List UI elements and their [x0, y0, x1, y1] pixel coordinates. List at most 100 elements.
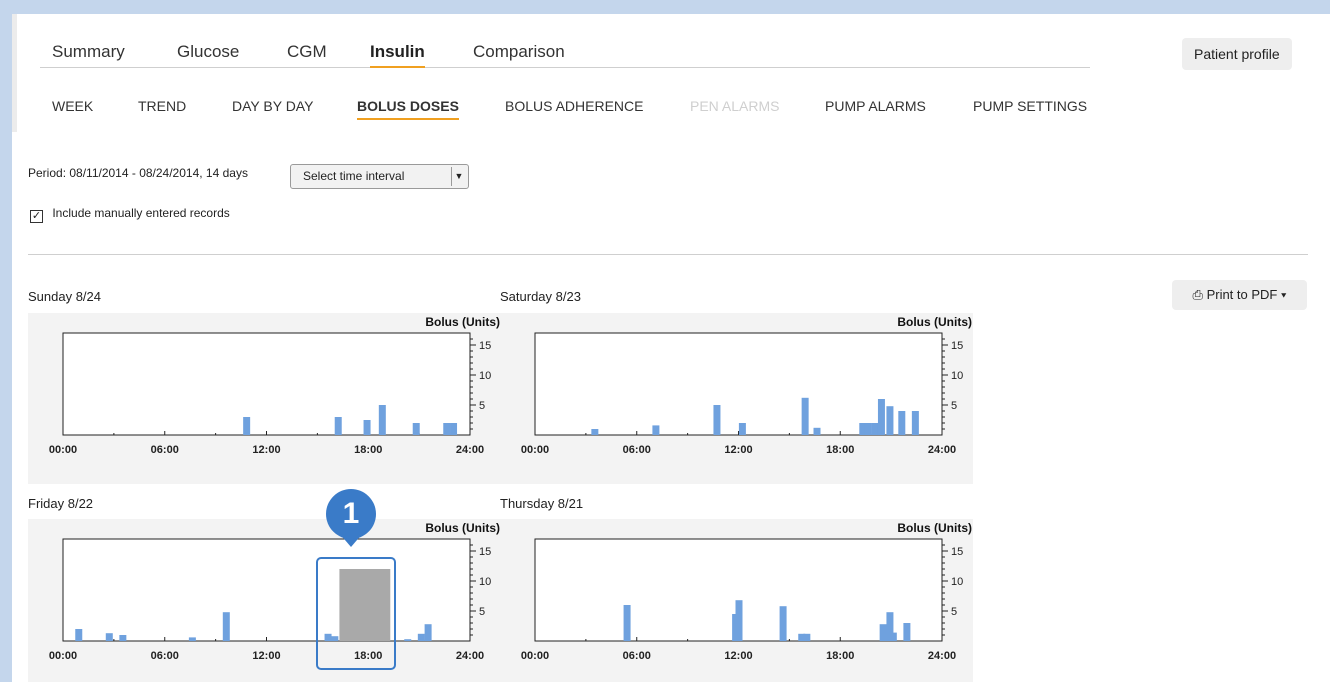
plot-area: [62, 332, 471, 436]
bolus-bar: [412, 423, 420, 435]
day-title-sunday: Sunday 8/24: [28, 289, 102, 304]
tab-comparison[interactable]: Comparison: [473, 42, 565, 62]
x-tick-label: 24:00: [456, 650, 484, 662]
time-interval-select[interactable]: Select time interval ▼: [290, 164, 469, 189]
period-text: Period: 08/11/2014 - 08/24/2014, 14 days: [28, 166, 248, 180]
bolus-bar: [119, 635, 127, 641]
bolus-bar: [903, 623, 911, 641]
x-tick-label: 00:00: [521, 444, 549, 456]
tab-insulin[interactable]: Insulin: [370, 42, 425, 68]
x-tick-label: 24:00: [456, 444, 484, 456]
bolus-bar: [363, 420, 371, 435]
subtab-bolus-doses[interactable]: BOLUS DOSES: [357, 98, 459, 120]
bolus-bar: [871, 423, 879, 435]
x-tick-label: 00:00: [49, 444, 77, 456]
x-tick-label: 18:00: [826, 444, 854, 456]
chart-friday[interactable]: Bolus (Units)5101500:00 06:00 12:00 18:00 24…: [28, 519, 501, 682]
bolus-bar: [779, 606, 787, 641]
subtab-pen-alarms: PEN ALARMS: [690, 98, 780, 114]
bolus-bar: [735, 600, 743, 641]
bolus-bar: [404, 639, 412, 641]
y-axis-title: Bolus (Units): [897, 315, 972, 329]
subtab-week[interactable]: WEEK: [52, 98, 93, 114]
y-tick-label: 15: [951, 546, 963, 558]
chart-saturday[interactable]: Bolus (Units) 5 10 15 00:00 06:00 12:00 18:00 24…: [500, 313, 973, 484]
callout-badge: 1: [326, 489, 376, 539]
main-tabs: Summary Glucose CGM Insulin Comparison: [40, 28, 1090, 68]
x-tick-label: 12:00: [252, 444, 280, 456]
bolus-bar: [75, 629, 83, 641]
bolus-bar: [889, 632, 897, 641]
plot-area: [62, 538, 471, 642]
x-tick-label: 00:00: [49, 650, 77, 662]
x-tick-label: 18:00: [826, 650, 854, 662]
subtab-bolus-adherence[interactable]: BOLUS ADHERENCE: [505, 98, 643, 114]
bolus-bar: [105, 633, 113, 641]
bolus-bar: [864, 423, 872, 435]
bolus-bar: [803, 633, 811, 641]
bolus-bar: [188, 637, 196, 641]
bolus-bar: [886, 406, 894, 435]
chevron-down-icon: ▼: [451, 167, 466, 186]
bolus-bar: [623, 605, 631, 641]
x-tick-label: 12:00: [252, 650, 280, 662]
x-tick-label: 06:00: [623, 650, 651, 662]
time-interval-value: Select time interval: [303, 169, 405, 183]
print-to-pdf-button[interactable]: ⎙ Print to PDF ▾: [1172, 280, 1307, 310]
y-tick-label: 10: [479, 576, 491, 588]
subtab-pump-alarms[interactable]: PUMP ALARMS: [825, 98, 926, 114]
bolus-bar: [378, 405, 386, 435]
y-tick-label: 5: [951, 400, 957, 412]
patient-profile-button[interactable]: Patient profile: [1182, 38, 1292, 70]
section-divider: [28, 254, 1308, 255]
x-tick-label: 12:00: [724, 650, 752, 662]
bolus-bar: [591, 429, 599, 435]
x-tick-label: 06:00: [151, 444, 179, 456]
x-tick-label: 00:00: [521, 650, 549, 662]
x-tick-label: 24:00: [928, 444, 956, 456]
x-tick-label: 18:00: [354, 444, 382, 456]
bolus-bar: [738, 423, 746, 435]
bolus-bar: [443, 423, 451, 435]
y-tick-label: 10: [951, 576, 963, 588]
bolus-bar: [879, 624, 887, 641]
bolus-bar: [652, 425, 660, 435]
bolus-bar: [450, 423, 458, 435]
caret-down-icon: ▾: [1280, 287, 1287, 302]
y-tick-label: 5: [479, 400, 485, 412]
x-tick-label: 12:00: [724, 444, 752, 456]
y-tick-label: 10: [951, 370, 963, 382]
include-manual-label: Include manually entered records: [52, 206, 230, 220]
y-axis-title: Bolus (Units): [425, 315, 500, 329]
bolus-bar: [801, 397, 809, 435]
bolus-bar: [877, 399, 885, 435]
tab-summary[interactable]: Summary: [52, 42, 125, 62]
y-tick-label: 10: [479, 370, 491, 382]
y-tick-label: 5: [951, 606, 957, 618]
x-tick-label: 06:00: [151, 650, 179, 662]
bolus-bar: [713, 405, 721, 435]
include-manual-checkbox[interactable]: ✓: [30, 210, 43, 223]
left-accent-bar: [12, 14, 17, 132]
subtab-trend[interactable]: TREND: [138, 98, 186, 114]
subtab-day-by-day[interactable]: DAY BY DAY: [232, 98, 313, 114]
chart-sunday[interactable]: Bolus (Units) 5 10 15 00:00 06:00 12:00 18:00 24…: [28, 313, 501, 484]
subtab-pump-settings[interactable]: PUMP SETTINGS: [973, 98, 1087, 114]
day-title-saturday: Saturday 8/23: [500, 289, 581, 304]
bolus-bar: [417, 633, 425, 641]
bolus-bar: [424, 624, 432, 641]
bolus-bar: [243, 417, 251, 435]
tab-cgm[interactable]: CGM: [287, 42, 327, 62]
x-tick-label: 06:00: [623, 444, 651, 456]
printer-icon: ⎙: [1192, 287, 1203, 302]
selection-highlight-box: [316, 557, 396, 670]
tab-glucose[interactable]: Glucose: [177, 42, 239, 62]
bolus-bar: [222, 612, 230, 641]
bolus-bar: [813, 427, 821, 435]
y-tick-label: 15: [479, 546, 491, 558]
day-title-thursday: Thursday 8/21: [500, 496, 584, 511]
chart-thursday[interactable]: Bolus (Units) 5 10 15 00:00 06:00 12:00 18:00 24…: [500, 519, 973, 682]
y-tick-label: 15: [951, 340, 963, 352]
y-axis-title: Bolus (Units): [897, 521, 972, 535]
y-axis-title: Bolus (Units): [425, 521, 500, 535]
